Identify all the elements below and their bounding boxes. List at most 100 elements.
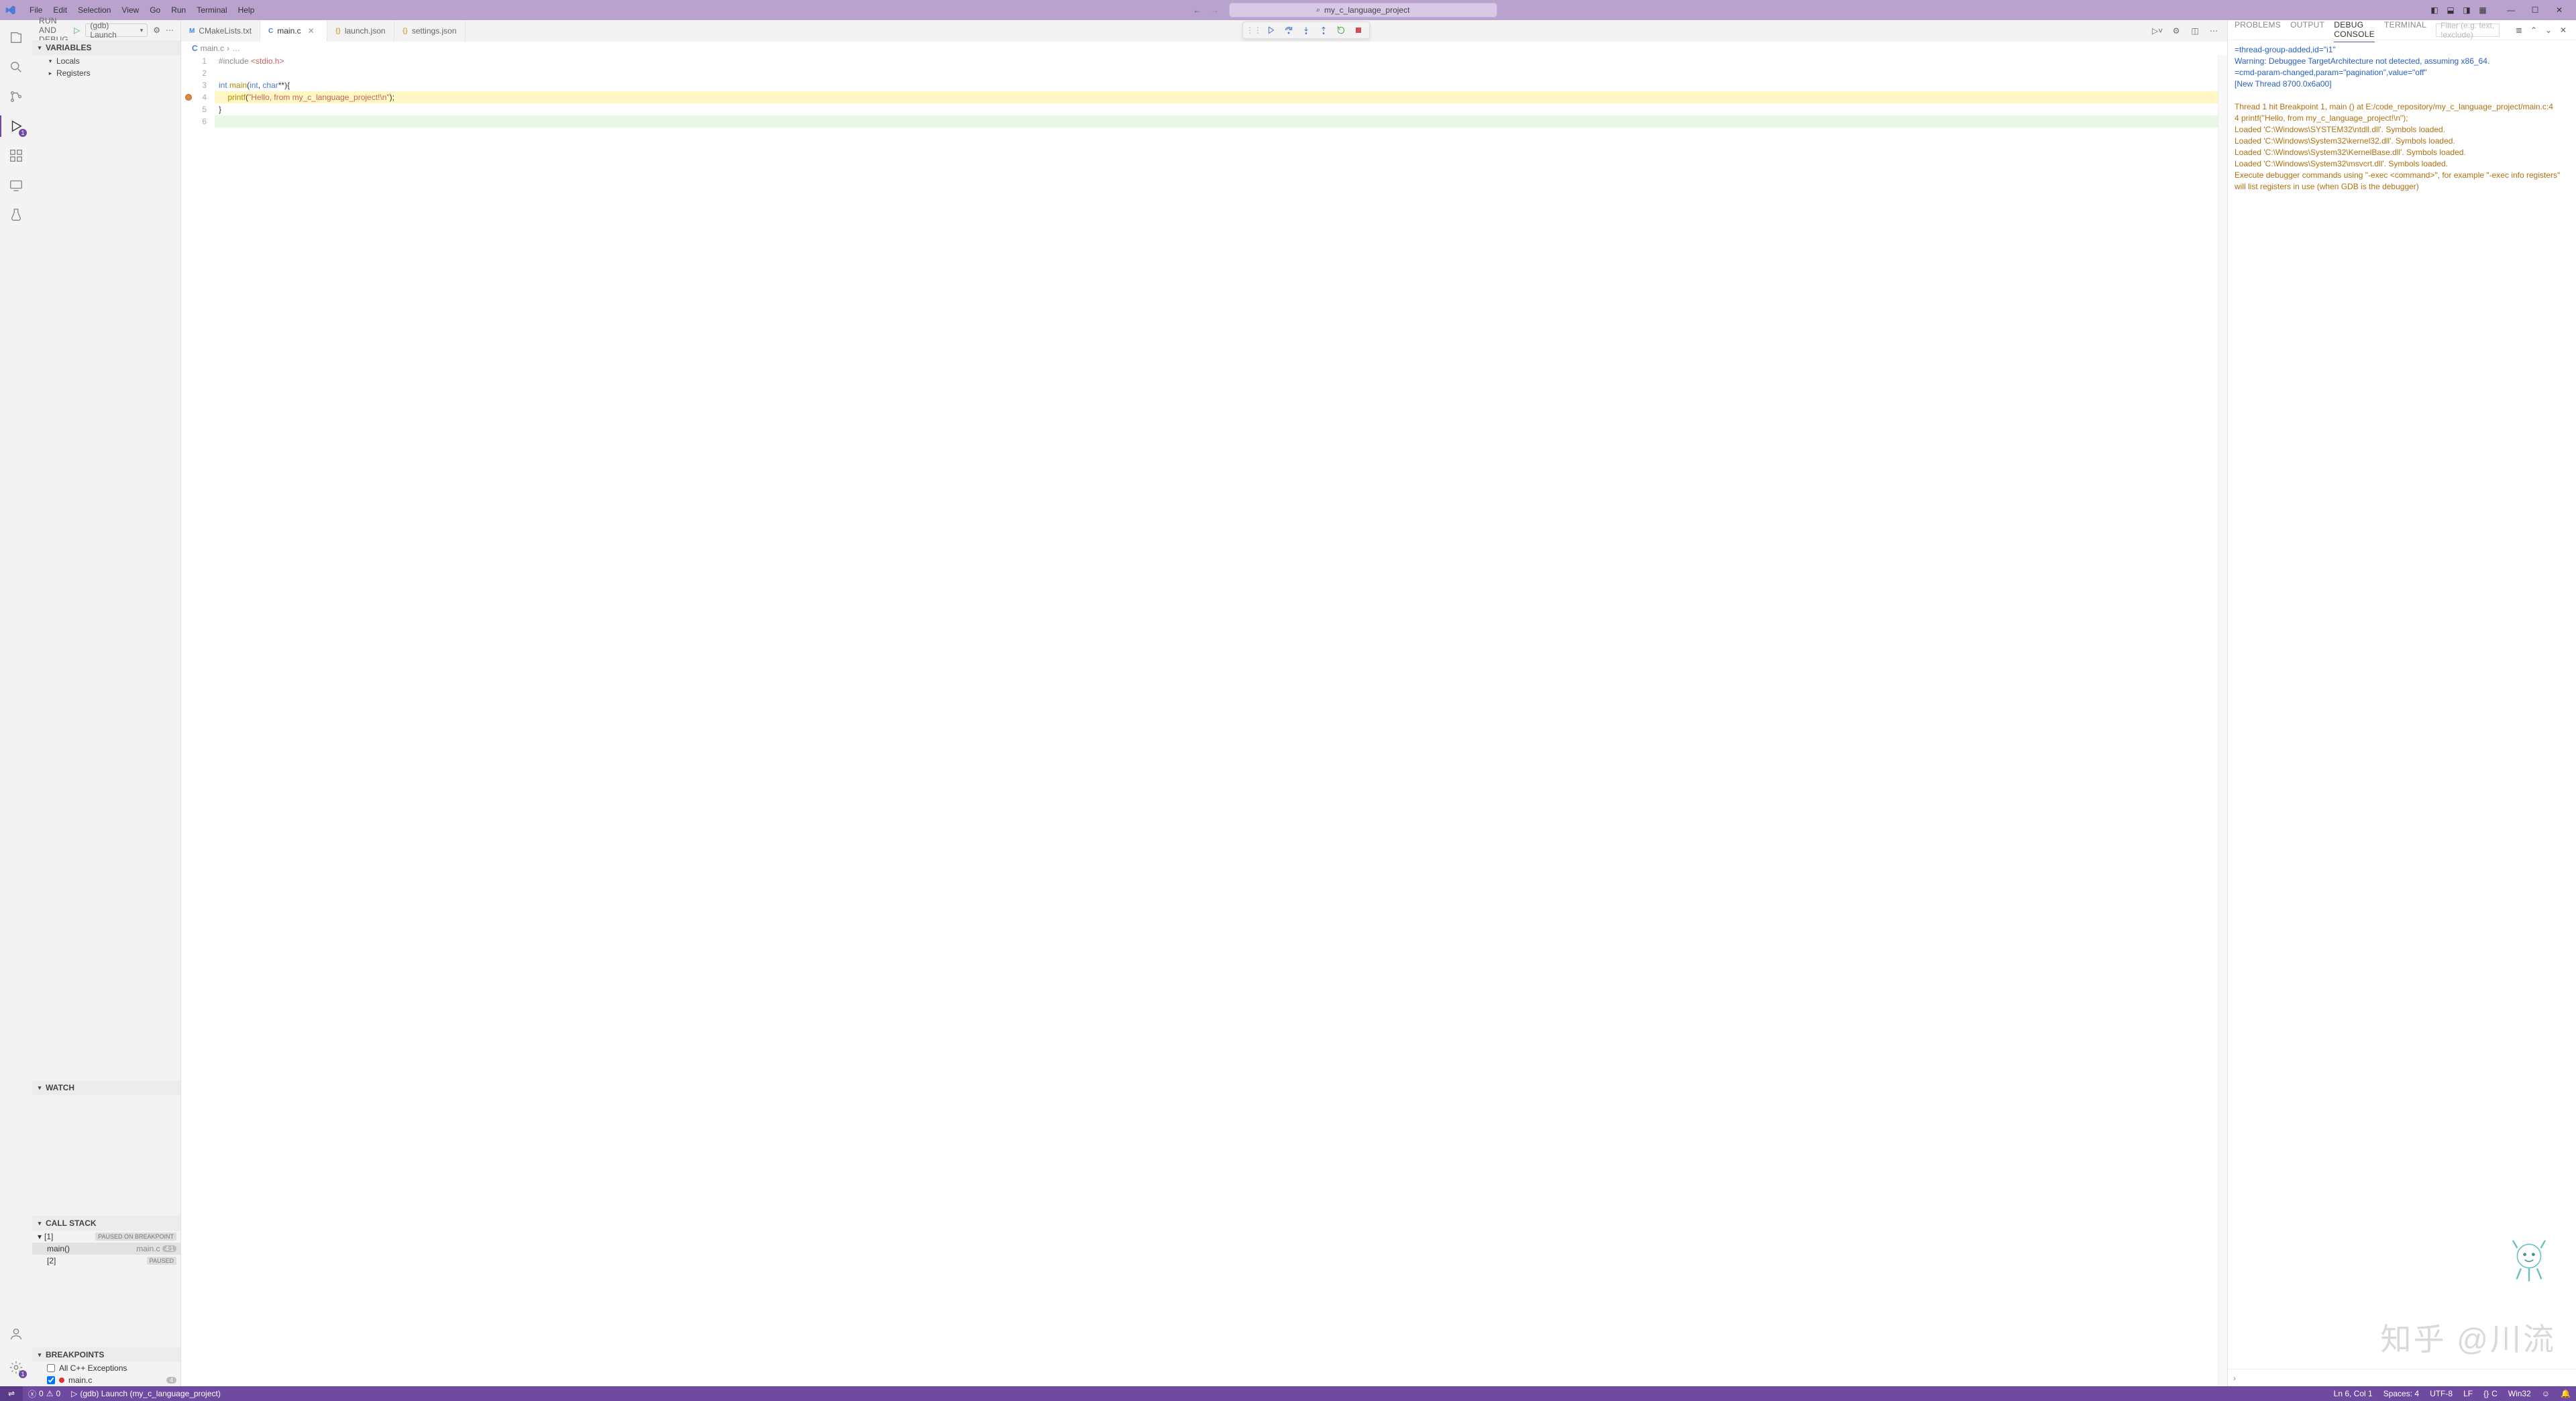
customize-layout-icon[interactable]: ▦ [2475, 3, 2490, 17]
activity-explorer[interactable] [0, 24, 32, 51]
debug-start-button[interactable]: ▷ [74, 25, 80, 35]
command-center[interactable]: ⌕ my_c_language_project [1229, 3, 1497, 17]
section-variables-header[interactable]: ▾ VARIABLES [32, 40, 180, 55]
activity-account[interactable] [0, 1320, 32, 1347]
activity-bar: 1 1 [0, 20, 32, 1386]
section-breakpoints-header[interactable]: ▾ BREAKPOINTS [32, 1347, 180, 1362]
panel-tab-debug-console[interactable]: DEBUG CONSOLE [2334, 17, 2375, 42]
chevron-down-icon: ▾ [36, 44, 43, 52]
menu-selection[interactable]: Selection [72, 4, 116, 16]
variable-scope-registers[interactable]: ▸Registers [32, 67, 180, 79]
menu-view[interactable]: View [116, 4, 144, 16]
file-icon: C [268, 28, 273, 35]
debug-drag-handle-icon[interactable]: ⋮⋮ [1246, 23, 1262, 38]
toggle-secondary-sidebar-icon[interactable]: ◨ [2459, 3, 2474, 17]
activity-search[interactable] [0, 54, 32, 81]
run-play-icon[interactable]: ▷˅ [2149, 23, 2165, 39]
status-errors[interactable]: ⓧ 0 ⚠ 0 [23, 1386, 66, 1401]
status-language[interactable]: {} C [2478, 1389, 2503, 1398]
debug-config-gear-icon[interactable]: ⚙ [153, 25, 160, 35]
status-debug-launch[interactable]: ▷ (gdb) Launch (my_c_language_project) [66, 1386, 226, 1401]
breadcrumb[interactable]: C main.c › … [181, 42, 2227, 55]
file-icon: {} [402, 28, 408, 35]
sidebar: RUN AND DEBUG ▷ (gdb) Launch ▾ ⚙ ⋯ ▾ VAR… [32, 20, 181, 1386]
remote-indicator[interactable]: ⇌ [0, 1386, 23, 1401]
debug-console-filter[interactable]: Filter (e.g. text, !exclude) [2436, 23, 2500, 37]
sidebar-more-icon[interactable]: ⋯ [166, 25, 174, 35]
menu-edit[interactable]: Edit [48, 4, 72, 16]
section-watch-header[interactable]: ▾ WATCH [32, 1080, 180, 1095]
panel-tab-problems[interactable]: PROBLEMS [2235, 17, 2281, 42]
menu-go[interactable]: Go [144, 4, 166, 16]
chevron-down-icon: ▾ [140, 27, 144, 34]
panel-clear-icon[interactable]: ⌃ [2528, 24, 2540, 36]
search-text: my_c_language_project [1324, 5, 1409, 15]
toggle-panel-icon[interactable]: ⬓ [2443, 3, 2458, 17]
editor-more-icon[interactable]: ⋯ [2206, 23, 2222, 39]
split-editor-icon[interactable]: ◫ [2187, 23, 2203, 39]
editor-config-icon[interactable]: ⚙ [2168, 23, 2184, 39]
toggle-primary-sidebar-icon[interactable]: ◧ [2427, 3, 2442, 17]
status-indent[interactable]: Spaces: 4 [2378, 1389, 2424, 1398]
activity-remote[interactable] [0, 172, 32, 199]
window-minimize-button[interactable]: — [2500, 1, 2522, 19]
code-editor[interactable]: 123456 #include <stdio.h> int main(int, … [181, 55, 2227, 1386]
breakpoint-dot-icon [59, 1378, 64, 1383]
debug-console-output[interactable]: =thread-group-added,id="i1"Warning: Debu… [2228, 40, 2576, 1369]
panel-tab-terminal[interactable]: TERMINAL [2384, 17, 2426, 42]
close-icon[interactable]: ✕ [308, 26, 315, 36]
debug-stop-button[interactable] [1350, 23, 1366, 38]
status-encoding[interactable]: UTF-8 [2424, 1389, 2458, 1398]
tab-settings-json[interactable]: {}settings.json [394, 20, 466, 42]
nav-back-button[interactable]: ← [1190, 3, 1205, 17]
debug-restart-button[interactable] [1333, 23, 1349, 38]
callstack-row[interactable]: ▾[1]PAUSED ON BREAKPOINT [32, 1231, 180, 1243]
status-feedback-icon[interactable]: ☺ [2536, 1389, 2555, 1398]
chevron-down-icon: ▾ [36, 1084, 43, 1092]
activity-extensions[interactable] [0, 142, 32, 169]
breakpoint-checkbox[interactable] [47, 1364, 55, 1372]
panel-tab-output[interactable]: OUTPUT [2290, 17, 2324, 42]
callstack-row[interactable]: [2]PAUSED [32, 1255, 180, 1267]
menu-file[interactable]: File [24, 4, 48, 16]
tab-cmakelists-txt[interactable]: MCMakeLists.txt [181, 20, 260, 42]
status-port[interactable]: Win32 [2503, 1389, 2536, 1398]
vscode-logo-icon [5, 5, 16, 15]
tab-main-c[interactable]: Cmain.c✕ [260, 20, 327, 42]
menu-help[interactable]: Help [233, 4, 260, 16]
launch-config-select[interactable]: (gdb) Launch ▾ [85, 23, 148, 37]
breakpoint-checkbox[interactable] [47, 1376, 55, 1384]
debug-continue-button[interactable] [1263, 23, 1279, 38]
status-eol[interactable]: LF [2458, 1389, 2478, 1398]
breakpoint-row[interactable]: All C++ Exceptions [32, 1362, 180, 1374]
debug-step-into-button[interactable] [1298, 23, 1314, 38]
panel: PROBLEMS OUTPUT DEBUG CONSOLE TERMINAL Filt… [2227, 20, 2576, 1386]
panel-setting-icon[interactable]: ≣ [2513, 24, 2525, 36]
variable-scope-locals[interactable]: ▾Locals [32, 55, 180, 67]
activity-testing[interactable] [0, 201, 32, 228]
debug-step-over-button[interactable] [1281, 23, 1297, 38]
status-bell-icon[interactable]: 🔔 [2555, 1389, 2576, 1398]
panel-close-icon[interactable]: ✕ [2557, 24, 2569, 36]
activity-run-debug[interactable]: 1 [0, 113, 32, 140]
menu-run[interactable]: Run [166, 4, 191, 16]
window-close-button[interactable]: ✕ [2548, 1, 2571, 19]
section-callstack-header[interactable]: ▾ CALL STACK [32, 1216, 180, 1231]
status-cursor[interactable]: Ln 6, Col 1 [2328, 1389, 2378, 1398]
breakpoint-glyph-icon[interactable] [185, 94, 192, 101]
editor-group: MCMakeLists.txtCmain.c✕{}launch.json{}se… [181, 20, 2227, 1386]
activity-scm[interactable] [0, 83, 32, 110]
panel-down-icon[interactable]: ⌄ [2542, 24, 2555, 36]
activity-settings[interactable]: 1 [0, 1354, 32, 1381]
minimap[interactable] [2218, 55, 2227, 1386]
debug-toolbar[interactable]: ⋮⋮ [1242, 21, 1370, 39]
menu-terminal[interactable]: Terminal [191, 4, 232, 16]
debug-step-out-button[interactable] [1316, 23, 1332, 38]
debug-console-input[interactable]: › [2228, 1369, 2576, 1386]
file-icon: M [189, 28, 195, 35]
callstack-row[interactable]: main()main.c4:1 [32, 1243, 180, 1255]
breakpoint-row[interactable]: main.c4 [32, 1374, 180, 1386]
nav-fwd-button[interactable]: → [1208, 3, 1222, 17]
tab-launch-json[interactable]: {}launch.json [327, 20, 394, 42]
window-maximize-button[interactable]: ☐ [2524, 1, 2546, 19]
